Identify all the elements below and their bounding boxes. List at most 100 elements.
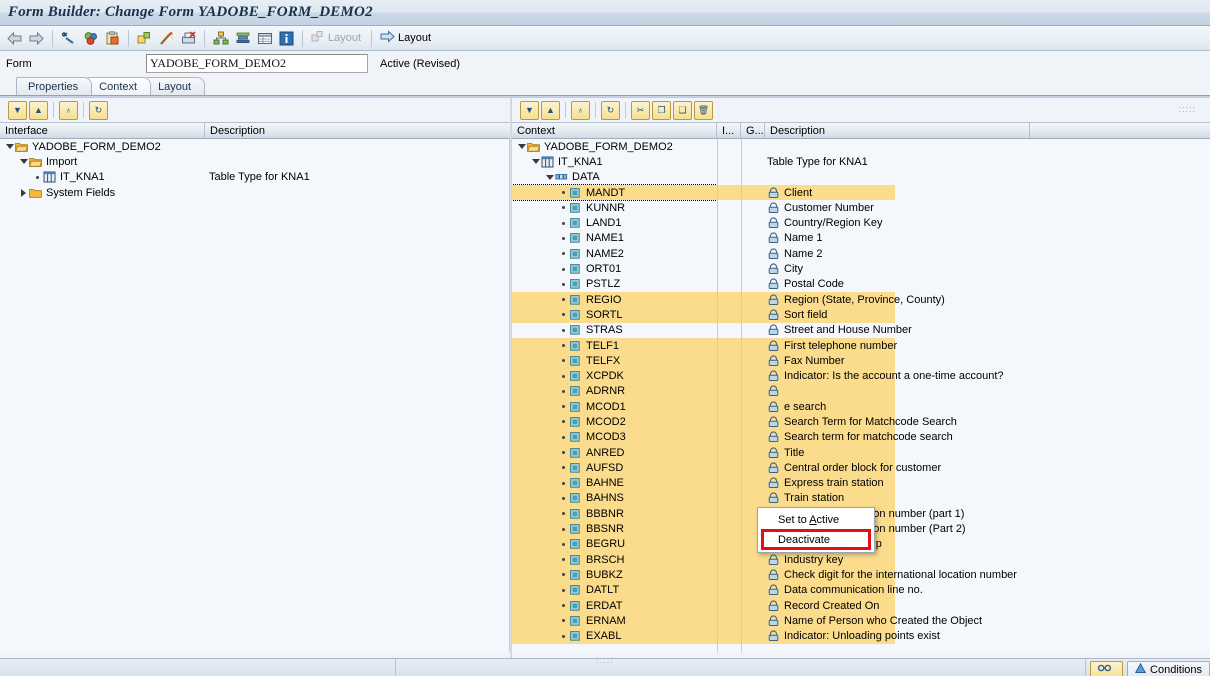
information-icon[interactable] — [276, 28, 297, 49]
tree-node[interactable]: REGIO — [512, 292, 717, 307]
chevron-down-icon[interactable] — [18, 156, 29, 167]
stack-icon[interactable] — [232, 28, 253, 49]
tree-row[interactable]: MANDT Client — [512, 183, 1210, 202]
tree-row[interactable]: REGIO Region (State, Province, County) — [512, 291, 1210, 308]
menu-item-set-to-active[interactable]: Set to Active — [758, 510, 874, 529]
tree-node[interactable]: Import — [0, 154, 205, 169]
chevron-down-icon[interactable] — [4, 141, 15, 152]
tree-row[interactable]: XCPDK Indicator: Is the account a one-tim… — [512, 368, 1210, 384]
tree-node[interactable]: ADRNR — [512, 384, 717, 399]
tree-node[interactable]: MANDT — [512, 183, 718, 202]
display-change-button[interactable] — [1090, 660, 1124, 676]
cut-icon[interactable]: ✂ — [631, 100, 650, 120]
back-icon[interactable] — [4, 28, 25, 49]
tree-row[interactable]: NAME1 Name 1 — [512, 231, 1210, 246]
tree-row[interactable]: ERDAT Record Created On — [512, 597, 1210, 614]
tree-node[interactable]: KUNNR — [512, 200, 717, 215]
tree-node[interactable]: YADOBE_FORM_DEMO2 — [0, 139, 205, 154]
tree-row[interactable]: STRAS Street and House Number — [512, 323, 1210, 338]
tree-row[interactable]: LAND1 Country/Region Key — [512, 215, 1210, 230]
tree-row[interactable]: NAME2 Name 2 — [512, 246, 1210, 261]
tree-row[interactable]: BAHNE Express train station — [512, 475, 1210, 491]
tree-node[interactable]: System Fields — [0, 185, 205, 200]
tree-node[interactable]: BBSNR — [512, 521, 717, 536]
tree-row[interactable]: KUNNR Customer Number — [512, 200, 1210, 215]
expand-all-icon[interactable]: ▼ — [520, 100, 539, 120]
tree-node[interactable]: MCOD2 — [512, 414, 717, 429]
tree-node[interactable]: LAND1 — [512, 215, 717, 230]
tree-node[interactable]: IT_KNA1 — [0, 170, 205, 185]
grid-resize-grip[interactable]: ::::: — [1178, 104, 1196, 114]
tree-row[interactable]: BAHNS Train station — [512, 490, 1210, 507]
tree-node[interactable]: ERNAM — [512, 613, 717, 628]
tree-node[interactable]: YADOBE_FORM_DEMO2 — [512, 139, 717, 154]
tree-row[interactable]: IT_KNA1 Table Type for KNA1 — [0, 170, 509, 185]
column-header-description[interactable]: Description — [205, 123, 510, 138]
tree-row[interactable]: System Fields — [0, 185, 509, 200]
context-menu[interactable]: Set to Active Deactivate — [757, 507, 875, 553]
forward-icon[interactable] — [26, 28, 47, 49]
display-object-icon[interactable] — [178, 28, 199, 49]
tree-node[interactable]: ANRED — [512, 445, 717, 460]
tree-row[interactable]: PSTLZ Postal Code — [512, 277, 1210, 292]
refresh-icon[interactable]: ↻ — [601, 100, 620, 120]
column-header-i[interactable]: I... — [717, 123, 741, 138]
collapse-all-icon[interactable]: ▲ — [29, 100, 48, 120]
delete-icon[interactable]: 🗑 — [694, 100, 713, 120]
tree-row[interactable]: DATA — [512, 170, 1210, 185]
expand-all-icon[interactable]: ▼ — [8, 100, 27, 120]
tab-context[interactable]: Context — [87, 77, 152, 95]
wizard-icon[interactable] — [156, 28, 177, 49]
tree-node[interactable]: NAME2 — [512, 246, 717, 261]
tree-row[interactable]: IT_KNA1 Table Type for KNA1 — [512, 154, 1210, 169]
tree-node[interactable]: NAME1 — [512, 231, 717, 246]
tab-properties[interactable]: Properties — [16, 77, 93, 95]
pattern-icon[interactable] — [134, 28, 155, 49]
menu-item-deactivate[interactable]: Deactivate — [761, 529, 871, 550]
tree-node[interactable]: BBBNR — [512, 506, 717, 521]
tree-row[interactable]: TELFX Fax Number — [512, 353, 1210, 369]
tree-row[interactable]: DATLT Data communication line no. — [512, 582, 1210, 598]
tree-node[interactable]: MCOD1 — [512, 399, 717, 414]
form-name-input[interactable] — [146, 54, 368, 73]
column-header-g[interactable]: G... — [741, 123, 765, 138]
tree-node[interactable]: BEGRU — [512, 537, 717, 552]
activate-icon[interactable] — [80, 28, 101, 49]
chevron-down-icon[interactable] — [544, 172, 555, 183]
tree-node[interactable]: BAHNS — [512, 491, 717, 506]
tree-node[interactable]: XCPDK — [512, 368, 717, 383]
find-icon[interactable]: ♁ — [59, 100, 78, 120]
tab-layout[interactable]: Layout — [146, 77, 206, 95]
refresh-icon[interactable]: ↻ — [89, 100, 108, 120]
tree-row[interactable]: ORT01 City — [512, 261, 1210, 276]
tree-node[interactable]: ERDAT — [512, 598, 717, 613]
tree-row[interactable]: AUFSD Central order block for customer — [512, 460, 1210, 476]
tree-node[interactable]: AUFSD — [512, 460, 717, 475]
interface-tree[interactable]: YADOBE_FORM_DEMO2 Import IT_KNA1 Table Type… — [0, 139, 510, 652]
tree-row[interactable]: ADRNR — [512, 383, 1210, 400]
tree-row[interactable]: ERNAM Name of Person who Created the Obje… — [512, 613, 1210, 629]
tree-node[interactable]: BRSCH — [512, 552, 717, 567]
find-icon[interactable]: ♁ — [571, 100, 590, 120]
splitter-grip[interactable]: ::::: — [596, 655, 614, 665]
chevron-down-icon[interactable] — [516, 141, 527, 152]
tree-node[interactable]: MCOD3 — [512, 430, 717, 445]
tree-node[interactable]: PSTLZ — [512, 277, 717, 292]
tree-node[interactable]: SORTL — [512, 307, 717, 322]
tree-row[interactable]: YADOBE_FORM_DEMO2 — [0, 139, 509, 154]
tree-row[interactable]: ANRED Title — [512, 444, 1210, 461]
context-tree[interactable]: YADOBE_FORM_DEMO2 IT_KNA1 Table Type for K… — [512, 139, 1210, 652]
tree-row[interactable]: EXABL Indicator: Unloading points exist — [512, 628, 1210, 644]
chevron-right-icon[interactable] — [18, 187, 29, 198]
hierarchy-icon[interactable] — [210, 28, 231, 49]
tree-row[interactable]: YADOBE_FORM_DEMO2 — [512, 139, 1210, 154]
table-icon[interactable] — [254, 28, 275, 49]
tree-row[interactable]: TELF1 First telephone number — [512, 337, 1210, 354]
tree-node[interactable]: BAHNE — [512, 476, 717, 491]
tree-node[interactable]: TELFX — [512, 353, 717, 368]
tree-row[interactable]: MCOD1 e search — [512, 399, 1210, 415]
column-header-context[interactable]: Context — [512, 123, 717, 138]
tree-row[interactable]: BRSCH Industry key — [512, 552, 1210, 568]
conditions-button[interactable]: Conditions — [1127, 660, 1210, 676]
tree-row[interactable]: MCOD2 Search Term for Matchcode Search — [512, 414, 1210, 430]
